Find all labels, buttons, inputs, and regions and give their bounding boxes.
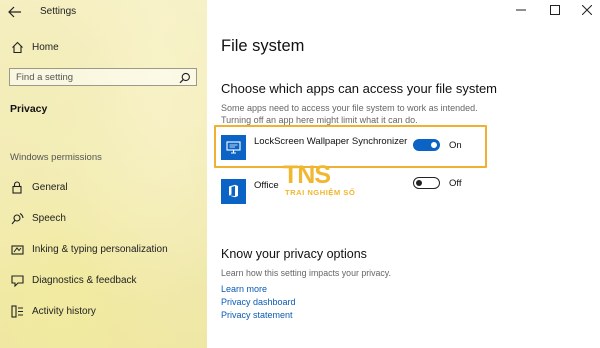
window-title: Settings bbox=[40, 6, 77, 17]
sidebar-item-diagnostics[interactable]: Diagnostics & feedback bbox=[10, 271, 137, 289]
sidebar-item-home[interactable]: Home bbox=[10, 38, 59, 56]
toggle-state-label: Off bbox=[449, 178, 462, 189]
app-name: Office bbox=[254, 179, 279, 191]
sidebar-group-header: Windows permissions bbox=[10, 152, 102, 163]
minimize-icon[interactable] bbox=[514, 4, 528, 16]
privacy-dashboard-link[interactable]: Privacy dashboard bbox=[221, 297, 296, 307]
sidebar-section-title: Privacy bbox=[10, 103, 48, 115]
diagnostics-icon bbox=[10, 273, 24, 287]
sidebar-item-general[interactable]: General bbox=[10, 178, 68, 196]
page-title: File system bbox=[221, 37, 305, 55]
section-description: Some apps need to access your file syste… bbox=[221, 103, 478, 125]
search-box[interactable] bbox=[9, 68, 197, 86]
sidebar-item-speech[interactable]: Speech bbox=[10, 209, 66, 227]
maximize-icon[interactable] bbox=[548, 4, 562, 16]
main-pane: File system Choose which apps can access… bbox=[207, 0, 600, 348]
privacy-options-description: Learn how this setting impacts your priv… bbox=[221, 268, 391, 278]
monitor-icon bbox=[221, 134, 246, 160]
sidebar-item-label: Activity history bbox=[32, 305, 96, 317]
close-icon[interactable] bbox=[580, 4, 594, 16]
sidebar-item-inking[interactable]: Inking & typing personalization bbox=[10, 240, 168, 258]
sidebar-item-label: Diagnostics & feedback bbox=[32, 274, 137, 286]
privacy-options-heading: Know your privacy options bbox=[221, 247, 367, 261]
home-icon bbox=[10, 40, 24, 54]
sidebar-item-activity-history[interactable]: Activity history bbox=[10, 302, 96, 320]
search-icon[interactable] bbox=[179, 71, 191, 84]
sidebar-item-label: Speech bbox=[32, 212, 66, 224]
sidebar-item-label: General bbox=[32, 181, 68, 193]
lock-icon bbox=[10, 180, 24, 194]
search-input[interactable] bbox=[16, 70, 166, 84]
back-arrow-icon[interactable] bbox=[8, 5, 26, 19]
lockscreen-access-toggle[interactable] bbox=[413, 139, 440, 151]
sidebar: Settings Home Privacy Windows permission… bbox=[0, 0, 207, 348]
office-icon bbox=[221, 178, 246, 204]
sidebar-home-label: Home bbox=[32, 41, 59, 53]
activity-icon bbox=[10, 304, 24, 318]
section-heading: Choose which apps can access your file s… bbox=[221, 81, 498, 96]
learn-more-link[interactable]: Learn more bbox=[221, 284, 267, 294]
sidebar-item-label: Inking & typing personalization bbox=[32, 243, 168, 255]
speech-icon bbox=[10, 211, 24, 225]
app-name: LockScreen Wallpaper Synchronizer bbox=[254, 135, 408, 147]
privacy-statement-link[interactable]: Privacy statement bbox=[221, 310, 293, 320]
inking-icon bbox=[10, 242, 24, 256]
office-access-toggle[interactable] bbox=[413, 177, 440, 189]
toggle-state-label: On bbox=[449, 140, 462, 151]
